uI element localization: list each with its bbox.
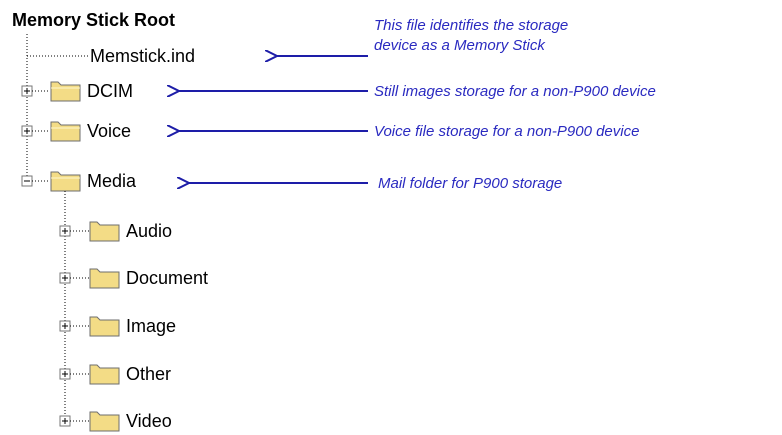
folder-label-image[interactable]: Image <box>126 315 176 337</box>
diagram-canvas: Memory Stick Root Memstick.ind DCIM Voic… <box>0 0 782 435</box>
tree-root-label: Memory Stick Root <box>12 10 176 30</box>
annotation-dcim: Still images storage for a non-P900 devi… <box>374 83 656 100</box>
folder-label-document[interactable]: Document <box>126 267 208 289</box>
annotation-media: Mail folder for P900 storage <box>378 175 563 192</box>
annotation-memstick-line1: This file identifies the storage <box>374 17 569 34</box>
child-row-audio <box>59 221 120 242</box>
folder-label-audio[interactable]: Audio <box>126 220 172 242</box>
folder-icon <box>89 411 120 432</box>
folder-icon <box>89 364 120 385</box>
folder-icon <box>50 81 81 102</box>
folder-label-media[interactable]: Media <box>87 170 136 192</box>
folder-label-dcim[interactable]: DCIM <box>87 80 133 102</box>
folder-label-voice[interactable]: Voice <box>87 120 131 142</box>
child-row-document <box>59 268 120 289</box>
folder-open-icon <box>50 171 81 192</box>
folder-label-video[interactable]: Video <box>126 410 172 432</box>
folder-icon <box>89 268 120 289</box>
folder-icon <box>50 121 81 142</box>
file-label-memstick[interactable]: Memstick.ind <box>90 45 195 67</box>
child-row-video <box>59 411 120 432</box>
folder-label-other[interactable]: Other <box>126 363 171 385</box>
child-row-image <box>59 316 120 337</box>
annotation-memstick-line2: device as a Memory Stick <box>374 37 545 54</box>
folder-icon <box>89 221 120 242</box>
annotation-voice: Voice file storage for a non-P900 device <box>374 123 640 140</box>
child-row-other <box>59 364 120 385</box>
folder-icon <box>89 316 120 337</box>
